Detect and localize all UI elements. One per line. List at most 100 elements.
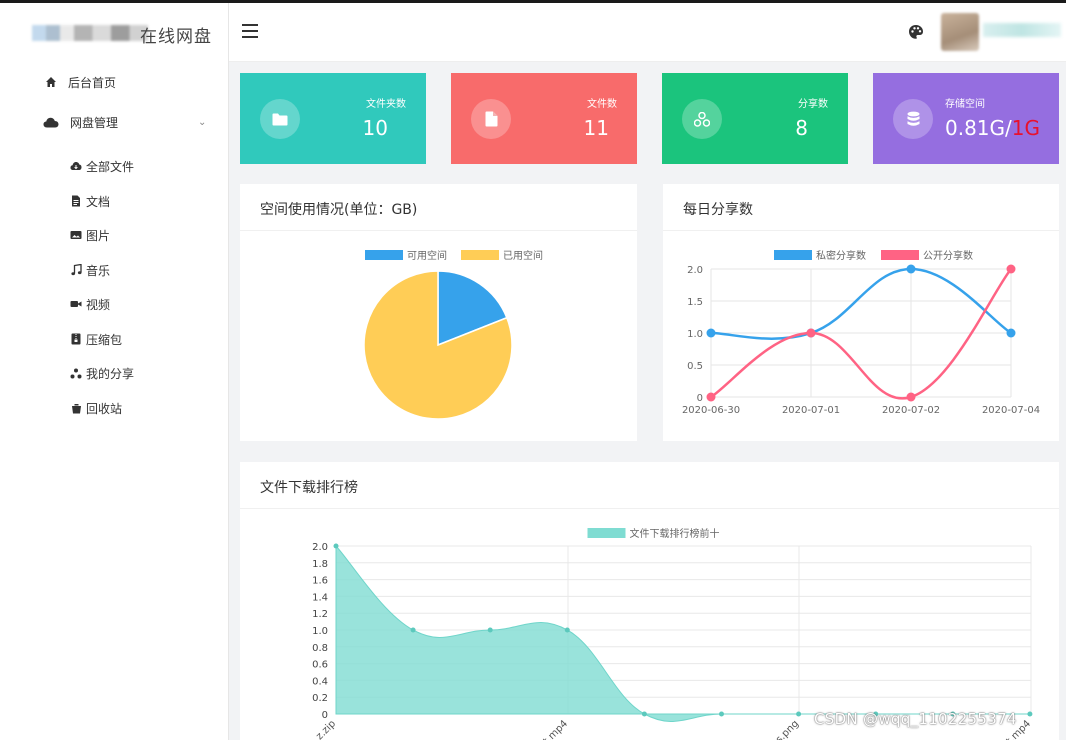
hamburger-menu-icon[interactable] (242, 21, 260, 41)
storage-total-value: 1G (1011, 116, 1041, 140)
y-tick-label: 1.8 (312, 559, 328, 570)
storage-used-value: 0.81G/ (945, 116, 1012, 140)
card-label: 存储空间 (945, 99, 985, 110)
card-value: 10 (362, 116, 388, 140)
data-point (719, 711, 724, 717)
y-tick-label: 0.5 (687, 361, 703, 372)
y-tick-label: 2.0 (312, 542, 328, 553)
data-point (333, 543, 339, 549)
sidebar-subitem-recycle-bin[interactable]: 回收站 (70, 396, 122, 420)
share-icon (70, 367, 82, 379)
folder-icon (260, 99, 300, 139)
sidebar-subitem-label: 压缩包 (86, 332, 123, 347)
y-tick-label: 1.4 (312, 592, 328, 603)
sidebar-subitem-all-files[interactable]: 全部文件 (70, 154, 134, 178)
legend-label: 已用空间 (503, 249, 543, 262)
recycle-icon (70, 402, 82, 414)
legend-label: 私密分享数 (816, 249, 866, 262)
y-tick-label: 2.0 (687, 265, 703, 276)
sidebar-subitem-images[interactable]: 图片 (70, 223, 110, 247)
sidebar-item-label: 网盘管理 (70, 115, 119, 130)
data-point (1006, 264, 1016, 274)
x-tick-label: …s.png (767, 718, 801, 740)
top-header (229, 3, 1066, 62)
data-point (564, 627, 570, 633)
card-label: 文件夹数 (366, 99, 406, 110)
sidebar-item-home[interactable]: 后台首页 (0, 67, 228, 97)
data-point (796, 711, 802, 717)
legend-swatch (881, 250, 919, 260)
sidebar-subitem-label: 图片 (86, 228, 111, 243)
data-point (487, 627, 493, 633)
data-point (641, 711, 647, 717)
cloud-icon (42, 115, 60, 129)
data-point (706, 392, 716, 402)
sidebar-subitem-label: 我的分享 (86, 366, 135, 381)
daily-shares-panel: 每日分享数 私密分享数 公开分享数 0 0.5 1.0 1.5 2.0 2020-06-30 2… (663, 184, 1059, 441)
y-tick-label: 0.6 (312, 660, 328, 671)
y-tick-label: 1.6 (312, 576, 328, 587)
palette-icon[interactable] (907, 23, 925, 41)
y-tick-label: 0.2 (312, 693, 328, 704)
sidebar-subitem-label: 文档 (86, 194, 111, 209)
x-tick-label: …t.mp4 (534, 718, 570, 740)
legend-swatch (461, 250, 499, 260)
card-value: 11 (583, 116, 609, 140)
logo-text: 在线网盘 (140, 27, 212, 47)
area-fill (335, 544, 1030, 722)
x-tick-label: 2020-07-02 (882, 405, 940, 416)
sidebar-subitem-label: 音乐 (86, 263, 111, 278)
user-avatar[interactable] (941, 13, 979, 51)
x-tick-label: …z.zip (307, 718, 338, 740)
username-obscured[interactable] (983, 23, 1061, 37)
video-icon (70, 298, 82, 310)
space-usage-panel: 空间使用情况(单位：GB) 可用空间 已用空间 (240, 184, 637, 441)
sidebar-subitem-label: 回收站 (86, 401, 123, 416)
card-value: 8 (795, 116, 808, 140)
stat-card-shares[interactable]: 分享数 8 (662, 73, 848, 164)
database-icon (893, 99, 933, 139)
series-line (710, 268, 1012, 400)
sidebar-subitem-my-shares[interactable]: 我的分享 (70, 361, 134, 385)
sidebar-subitem-music[interactable]: 音乐 (70, 258, 110, 282)
y-tick-label: 0.4 (312, 676, 328, 687)
archive-icon (70, 333, 82, 345)
y-tick-label: 0 (697, 393, 703, 404)
legend-swatch (587, 528, 626, 538)
daily-shares-line-chart: 私密分享数 公开分享数 0 0.5 1.0 1.5 2.0 2020-06-30 2020-07… (682, 249, 1040, 416)
app-logo[interactable]: 在线网盘 (18, 21, 218, 49)
stat-card-folders[interactable]: 文件夹数 10 (240, 73, 426, 164)
data-point (706, 328, 716, 338)
legend-swatch (365, 250, 403, 260)
legend-label: 可用空间 (407, 249, 447, 262)
y-tick-label: 0 (322, 710, 328, 721)
x-tick-label: 2020-06-30 (682, 405, 740, 416)
csdn-watermark: CSDN @wqq_1102255374 (814, 710, 1017, 728)
sidebar-subitem-videos[interactable]: 视频 (70, 292, 110, 316)
stat-card-storage[interactable]: 存储空间 0.81G/1G (873, 73, 1059, 164)
document-icon (70, 195, 82, 207)
card-label: 文件数 (587, 99, 617, 110)
data-point (1027, 711, 1033, 717)
card-label: 分享数 (798, 99, 828, 110)
sidebar-item-disk-management[interactable]: 网盘管理 ⌄ (0, 107, 228, 137)
legend-label: 公开分享数 (923, 249, 973, 262)
file-icon (471, 99, 511, 139)
y-tick-label: 1.0 (687, 329, 703, 340)
y-tick-label: 1.0 (312, 626, 328, 637)
series-line (710, 267, 1012, 340)
stat-card-files[interactable]: 文件数 11 (451, 73, 637, 164)
legend-label: 文件下载排行榜前十 (630, 527, 720, 540)
chevron-down-icon[interactable]: ⌄ (198, 117, 206, 128)
sidebar-subitem-archives[interactable]: 压缩包 (70, 327, 122, 351)
download-ranking-area-chart: 文件下载排行榜前十 0 0.2 0.4 0.6 0.8 1.0 1.2 1.4 1.6 1.8 2.0… (307, 527, 1033, 740)
share-icon (682, 99, 722, 139)
sidebar-subitem-label: 视频 (86, 297, 111, 312)
legend-swatch (774, 250, 812, 260)
sidebar-subitem-documents[interactable]: 文档 (70, 189, 110, 213)
data-point (906, 264, 916, 274)
card-value: 0.81G/1G (945, 116, 1040, 140)
data-point (1006, 328, 1016, 338)
home-icon (44, 75, 58, 89)
sidebar-subitem-label: 全部文件 (86, 159, 135, 174)
